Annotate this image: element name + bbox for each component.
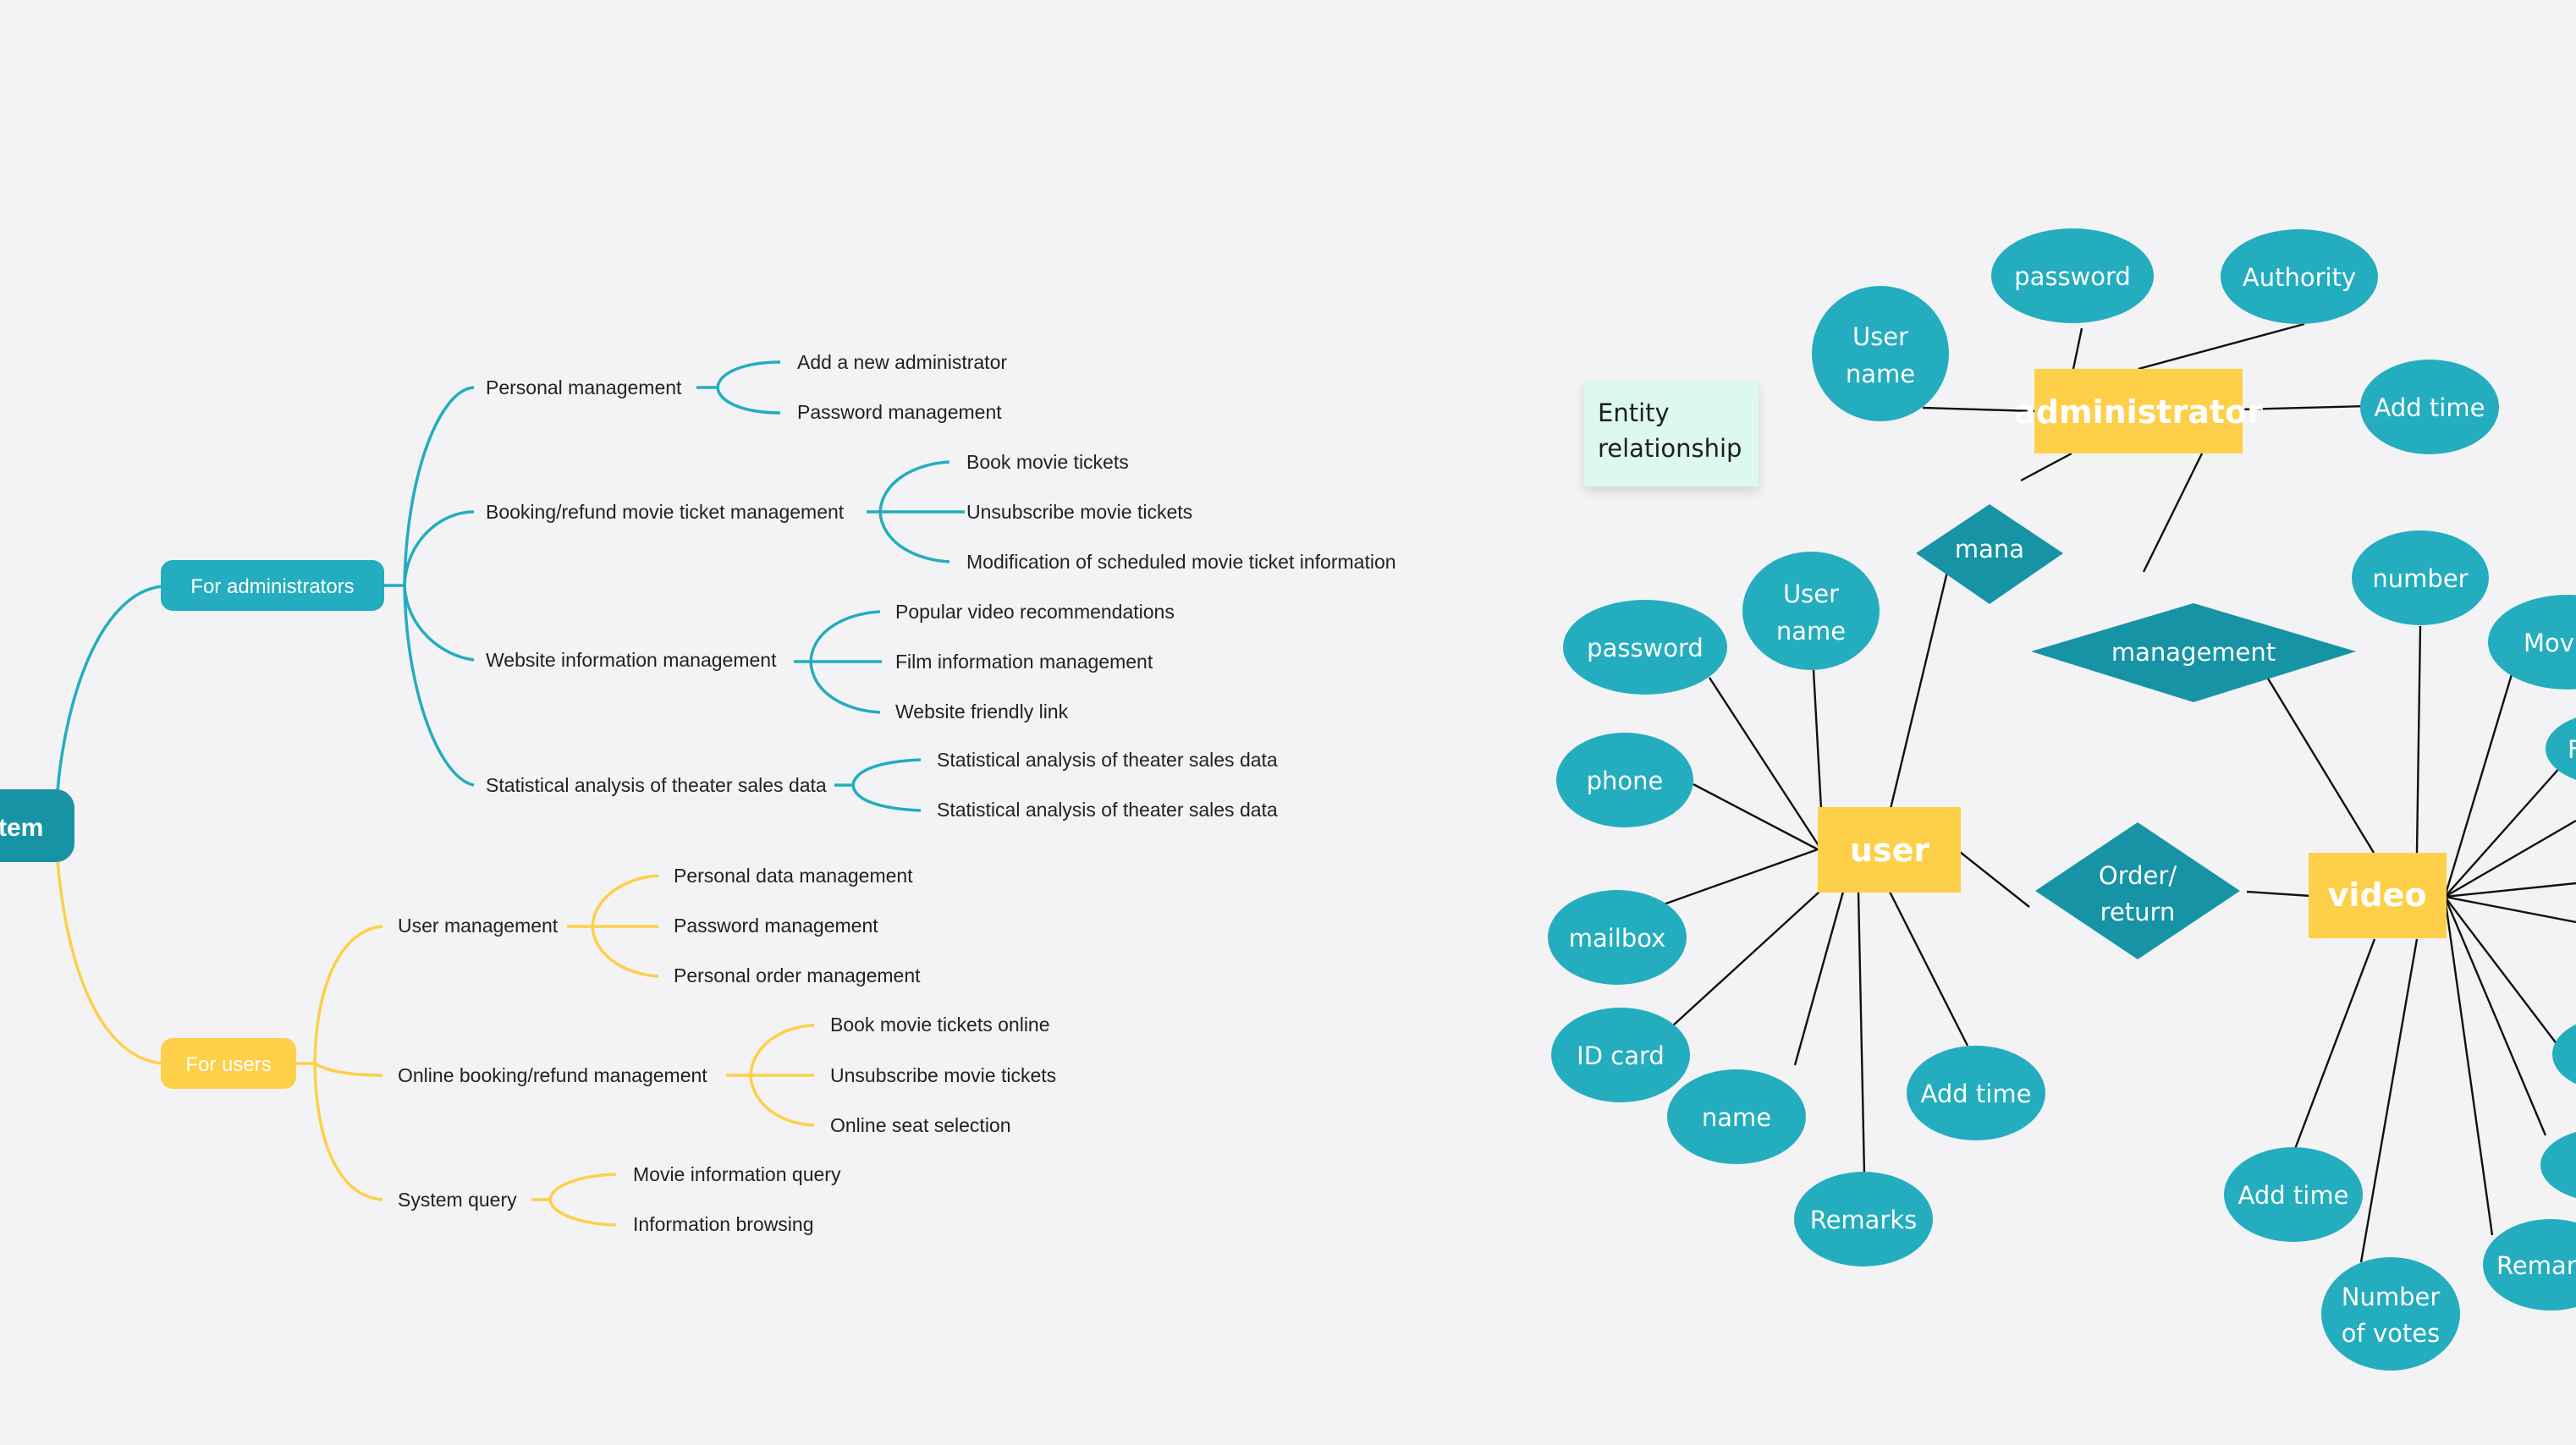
entity-user-label: user	[1850, 832, 1929, 869]
topic-user-management[interactable]: User management	[398, 915, 559, 937]
attr-video-votes-line1: Number	[2342, 1283, 2441, 1311]
attr-admin-username-line1: User	[1852, 322, 1908, 351]
topic-statistical-analysis[interactable]: Statistical analysis of theater sales da…	[486, 774, 827, 796]
subtopic-modify-scheduled-ticket[interactable]: Modification of scheduled movie ticket i…	[966, 551, 1396, 573]
attr-user-idcard-label: ID card	[1577, 1041, 1665, 1070]
subtopic-admin-password-management[interactable]: Password management	[797, 401, 1002, 423]
attr-video-votes[interactable]	[2321, 1257, 2460, 1371]
attr-admin-username[interactable]	[1812, 286, 1949, 421]
attr-admin-addtime-label: Add time	[2375, 393, 2485, 422]
subtopic-book-movie-tickets-online[interactable]: Book movie tickets online	[830, 1014, 1050, 1036]
root-node-label: tem	[0, 814, 43, 842]
sticky-note-line1: Entity	[1598, 398, 1670, 427]
subtopic-movie-information-query[interactable]: Movie information query	[633, 1163, 841, 1185]
attr-video-addtime-label: Add time	[2238, 1181, 2349, 1210]
attr-user-mailbox-label: mailbox	[1569, 924, 1666, 953]
attr-user-name-label: name	[1702, 1103, 1771, 1132]
rel-order-return-line2: return	[2100, 898, 2176, 926]
topic-booking-refund-management[interactable]: Booking/refund movie ticket management	[486, 501, 845, 523]
subtopic-film-information-management[interactable]: Film information management	[895, 651, 1153, 673]
subtopic-unsubscribe-movie-tickets[interactable]: Unsubscribe movie tickets	[966, 501, 1192, 523]
branch-for-administrators[interactable]: For administrators	[161, 560, 384, 611]
attr-user-username-line2: name	[1776, 617, 1846, 646]
root-node[interactable]: tem	[0, 789, 74, 862]
attr-video-movie-label: Movi	[2524, 629, 2576, 657]
branch-label-admin: For administrators	[190, 575, 354, 598]
attr-video-remarks-label: Remark	[2496, 1251, 2576, 1280]
sticky-note-line2: relationship	[1598, 434, 1742, 463]
topic-online-booking-refund[interactable]: Online booking/refund management	[398, 1064, 707, 1086]
subtopic-popular-video-recommendations[interactable]: Popular video recommendations	[895, 601, 1175, 623]
canvas-background	[0, 0, 2576, 1445]
attr-admin-password-label: password	[2014, 262, 2131, 291]
attr-user-remarks-label: Remarks	[1810, 1206, 1918, 1234]
attr-video-votes-line2: of votes	[2342, 1319, 2440, 1348]
subtopic-statistical-analysis-1[interactable]: Statistical analysis of theater sales da…	[937, 749, 1278, 771]
diagram-canvas[interactable]: tem For administrators Personal manageme…	[0, 0, 2576, 1445]
attr-user-username[interactable]	[1742, 552, 1880, 670]
entity-video-label: video	[2328, 876, 2427, 914]
topic-website-information-management[interactable]: Website information management	[486, 649, 777, 671]
attr-video-f-label: F	[2568, 735, 2576, 764]
subtopic-add-new-administrator[interactable]: Add a new administrator	[797, 351, 1007, 373]
subtopic-user-password-management[interactable]: Password management	[674, 915, 878, 937]
attr-admin-username-line2: name	[1846, 360, 1915, 388]
topic-system-query[interactable]: System query	[398, 1189, 517, 1211]
attr-video-number-label: number	[2372, 564, 2468, 593]
rel-order-return-line1: Order/	[2099, 861, 2177, 890]
topic-personal-management[interactable]: Personal management	[486, 376, 682, 398]
attr-user-password-label: password	[1587, 634, 1704, 662]
subtopic-personal-order-management[interactable]: Personal order management	[674, 964, 921, 986]
attr-user-username-line1: User	[1783, 580, 1839, 608]
subtopic-personal-data-management[interactable]: Personal data management	[674, 865, 913, 887]
subtopic-information-browsing[interactable]: Information browsing	[633, 1213, 814, 1235]
rel-management-label: management	[2111, 638, 2276, 667]
attr-user-addtime-label: Add time	[1921, 1080, 2032, 1108]
subtopic-statistical-analysis-2[interactable]: Statistical analysis of theater sales da…	[937, 799, 1278, 821]
subtopic-website-friendly-link[interactable]: Website friendly link	[895, 701, 1069, 722]
sticky-note-entity-relationship[interactable]: Entity relationship	[1584, 381, 1759, 486]
attr-admin-authority-label: Authority	[2243, 263, 2356, 292]
subtopic-book-movie-tickets[interactable]: Book movie tickets	[966, 451, 1129, 473]
subtopic-user-unsubscribe-tickets[interactable]: Unsubscribe movie tickets	[830, 1064, 1056, 1086]
branch-for-users[interactable]: For users	[161, 1038, 296, 1089]
entity-administrator-label: administrator	[2014, 393, 2263, 431]
attr-user-phone-label: phone	[1587, 766, 1664, 795]
branch-label-users: For users	[185, 1053, 271, 1076]
subtopic-online-seat-selection[interactable]: Online seat selection	[830, 1114, 1011, 1136]
rel-mana-label: mana	[1955, 535, 2024, 563]
